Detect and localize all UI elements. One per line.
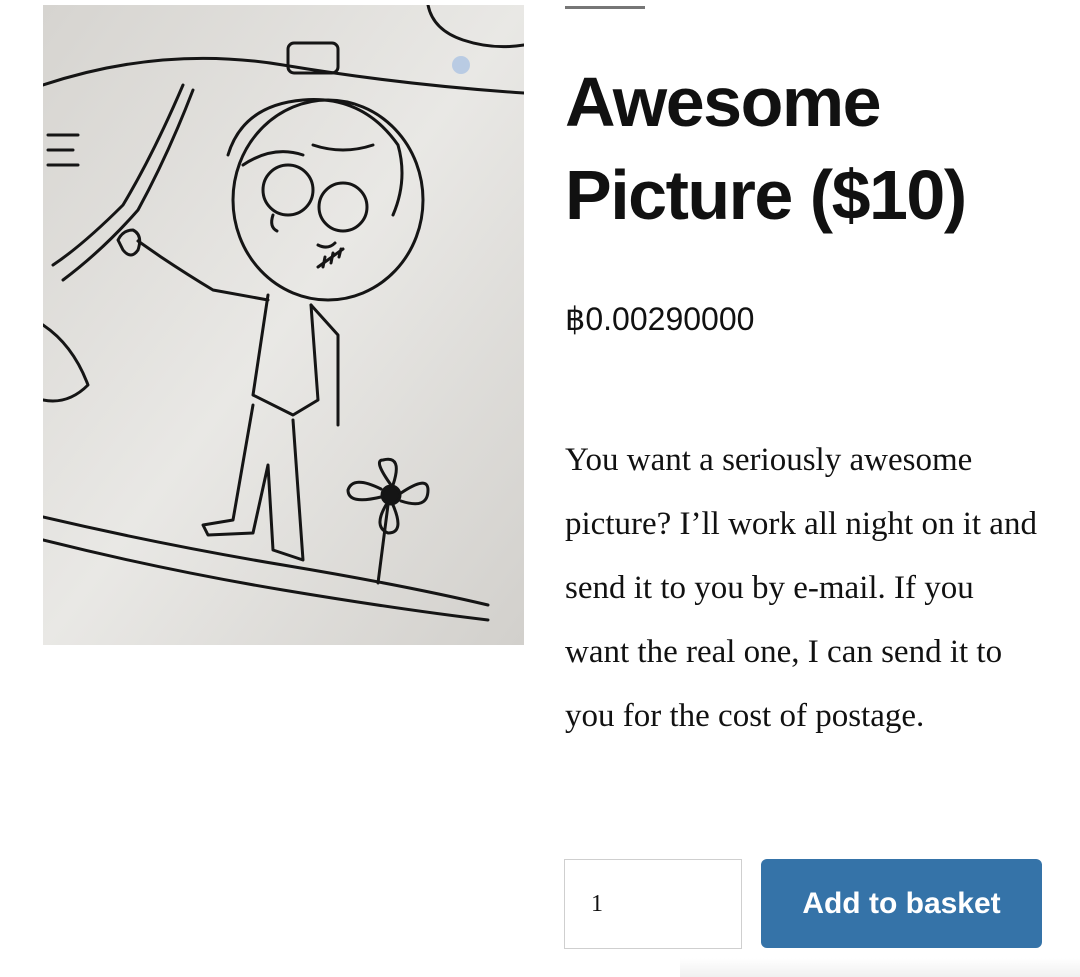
quantity-input[interactable] (564, 859, 742, 949)
add-to-basket-button[interactable]: Add to basket (761, 859, 1042, 948)
drawing-illustration (43, 5, 524, 645)
product-title: Awesome Picture ($10) (565, 63, 967, 234)
product-description: You want a seriously awesome picture? I’… (565, 442, 1037, 734)
product-price: ฿0.00290000 (565, 301, 755, 337)
bottom-shadow (680, 958, 1080, 977)
title-divider (565, 6, 645, 9)
product-image[interactable] (43, 5, 524, 645)
